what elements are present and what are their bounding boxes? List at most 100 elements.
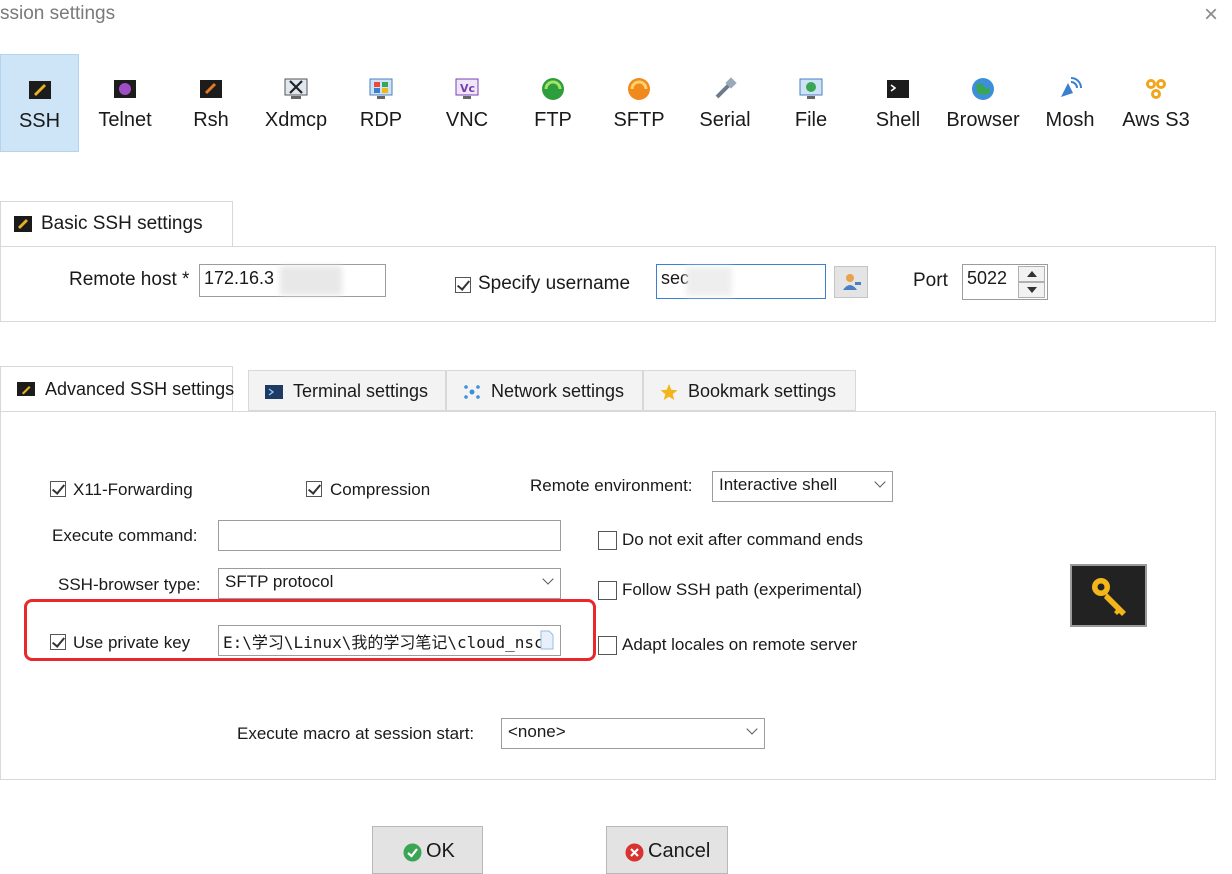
use-private-key-label: Use private key (73, 633, 191, 652)
specify-username-checkbox[interactable] (455, 277, 471, 293)
session-type-label: SFTP (613, 109, 665, 131)
session-type-ftp[interactable]: FTP (512, 54, 594, 152)
tab-label: Advanced SSH settings (45, 379, 235, 399)
session-type-rdp[interactable]: RDP (340, 54, 422, 152)
compression-checkbox[interactable] (306, 481, 322, 497)
session-type-browser[interactable]: Browser (942, 54, 1024, 152)
tab-terminal-settings[interactable]: Terminal settings (248, 370, 446, 411)
session-type-label: Aws S3 (1122, 109, 1190, 131)
chevron-down-icon (874, 476, 886, 488)
ssh-browser-type-select[interactable]: SFTP protocol (218, 568, 561, 599)
port-decrement-button[interactable] (1018, 282, 1045, 298)
username-input[interactable]: sec (656, 264, 826, 299)
user-icon (843, 274, 861, 290)
tab-label: Terminal settings (293, 381, 429, 401)
port-value: 5022 (967, 268, 1008, 288)
svg-text:Vc: Vc (460, 82, 475, 95)
session-type-aws-s3[interactable]: Aws S3 (1115, 54, 1197, 152)
session-type-vnc[interactable]: Vc VNC (426, 54, 508, 152)
follow-ssh-path-checkbox[interactable] (598, 581, 617, 600)
session-type-serial[interactable]: Serial (684, 54, 766, 152)
x11-forwarding-checkbox[interactable] (50, 481, 66, 497)
key-icon (1092, 578, 1126, 616)
compression-label: Compression (330, 480, 431, 499)
use-private-key-checkbox[interactable] (50, 634, 66, 650)
star-icon (660, 384, 678, 405)
session-type-mosh[interactable]: Mosh (1029, 54, 1111, 152)
do-not-exit-label: Do not exit after command ends (622, 530, 863, 549)
ok-label: OK (426, 840, 455, 862)
file-icon (799, 77, 823, 101)
telnet-icon (113, 77, 137, 101)
session-type-label: Shell (875, 109, 921, 131)
session-type-label: Xdmcp (264, 109, 328, 131)
ssh-browser-type-value: SFTP protocol (225, 572, 334, 591)
arrow-down-icon (1027, 287, 1037, 293)
adapt-locales-checkbox[interactable] (598, 636, 617, 655)
ssh-icon (17, 381, 35, 402)
cancel-button[interactable]: Cancel (606, 826, 728, 874)
session-type-label: File (794, 109, 828, 131)
remote-environment-label: Remote environment: (530, 476, 693, 495)
session-type-file[interactable]: File (770, 54, 852, 152)
specify-username-label: Specify username (478, 273, 631, 294)
ssh-icon (14, 216, 32, 232)
private-key-path-input[interactable]: E:\学习\Linux\我的学习笔记\cloud_nsc (218, 625, 561, 656)
do-not-exit-checkbox[interactable] (598, 531, 617, 550)
rdp-icon (369, 77, 393, 101)
session-type-label: Rsh (193, 109, 229, 131)
tab-network-settings[interactable]: Network settings (446, 370, 643, 411)
session-type-label: VNC (445, 109, 489, 131)
check-circle-icon (403, 843, 422, 862)
arrow-up-icon (1027, 271, 1037, 277)
serial-icon (713, 77, 737, 101)
execute-macro-select[interactable]: <none> (501, 718, 765, 749)
port-increment-button[interactable] (1018, 266, 1045, 282)
execute-command-label: Execute command: (52, 526, 198, 545)
x11-forwarding-label: X11-Forwarding (73, 480, 193, 499)
redaction-blur (686, 267, 732, 296)
remote-host-label: Remote host * (69, 269, 190, 290)
tab-label: Basic SSH settings (41, 213, 203, 234)
ssh-icon (28, 78, 52, 102)
key-image (1070, 564, 1147, 627)
network-icon (463, 384, 481, 405)
ssh-browser-type-label: SSH-browser type: (58, 575, 201, 594)
session-type-telnet[interactable]: Telnet (84, 54, 166, 152)
mosh-icon (1058, 77, 1082, 101)
browser-icon (971, 77, 995, 101)
session-type-label: Mosh (1045, 109, 1095, 131)
session-type-sftp[interactable]: SFTP (598, 54, 680, 152)
tab-advanced-ssh-settings[interactable]: Advanced SSH settings (0, 366, 235, 412)
remote-environment-value: Interactive shell (719, 475, 838, 494)
tab-label: Bookmark settings (688, 381, 837, 401)
tab-bookmark-settings[interactable]: Bookmark settings (643, 370, 856, 411)
execute-command-input[interactable] (218, 520, 561, 551)
session-type-shell[interactable]: Shell (857, 54, 939, 152)
close-icon[interactable]: × (1198, 2, 1224, 28)
session-type-label: Serial (699, 109, 751, 131)
port-label: Port (913, 270, 948, 291)
session-type-label: Browser (946, 109, 1020, 131)
session-type-label: SSH (18, 110, 61, 132)
user-picker-button[interactable] (834, 266, 868, 298)
cancel-circle-icon (625, 843, 644, 862)
session-type-ssh[interactable]: SSH (0, 54, 79, 152)
tab-label: Network settings (491, 381, 625, 401)
ok-button[interactable]: OK (372, 826, 483, 874)
cancel-label: Cancel (648, 840, 711, 862)
execute-macro-value: <none> (508, 722, 566, 741)
xdmcp-icon (284, 77, 308, 101)
file-browse-icon[interactable] (540, 630, 554, 650)
sftp-icon (627, 77, 651, 101)
session-type-xdmcp[interactable]: Xdmcp (255, 54, 337, 152)
chevron-down-icon (746, 723, 758, 735)
aws-s3-icon (1144, 77, 1168, 101)
adapt-locales-label: Adapt locales on remote server (622, 635, 858, 654)
tab-basic-ssh-settings[interactable]: Basic SSH settings (0, 201, 233, 247)
chevron-down-icon (542, 573, 554, 585)
terminal-icon (265, 384, 283, 405)
rsh-icon (199, 77, 223, 101)
remote-environment-select[interactable]: Interactive shell (712, 471, 893, 502)
session-type-rsh[interactable]: Rsh (170, 54, 252, 152)
